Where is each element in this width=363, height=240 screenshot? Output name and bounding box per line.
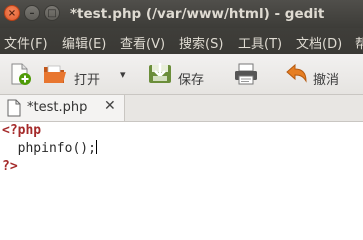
window-minimize-button[interactable]: – bbox=[24, 5, 40, 21]
code-line: <?php bbox=[2, 123, 42, 138]
menu-tools[interactable]: 工具(T) bbox=[238, 33, 282, 52]
save-label: 保存 bbox=[178, 73, 205, 88]
print-button[interactable] bbox=[232, 58, 262, 90]
tab-label: *test.php bbox=[27, 100, 88, 115]
printer-icon bbox=[235, 63, 257, 85]
window-title: *test.php (/var/www/html) - gedit bbox=[70, 6, 325, 22]
undo-button[interactable]: 撤消 bbox=[282, 58, 358, 90]
menu-edit[interactable]: 编辑(E) bbox=[62, 33, 106, 52]
menu-documents[interactable]: 文档(D) bbox=[296, 33, 342, 52]
menu-bar: 文件(F) 编辑(E) 查看(V) 搜索(S) 工具(T) 文档(D) 帮 bbox=[0, 28, 363, 54]
open-recent-dropdown-icon[interactable]: ▾ bbox=[120, 68, 126, 81]
open-label: 打开 bbox=[74, 73, 101, 88]
code-line-text: phpinfo(); bbox=[2, 141, 96, 156]
undo-icon bbox=[286, 63, 307, 83]
menu-view[interactable]: 查看(V) bbox=[120, 33, 165, 52]
window-maximize-button[interactable]: □ bbox=[44, 5, 60, 21]
toolbar: 打开 ▾ 保存 撤消 bbox=[0, 54, 363, 95]
menu-search[interactable]: 搜索(S) bbox=[179, 33, 223, 52]
text-editor[interactable]: <?php phpinfo(); ?> bbox=[0, 122, 363, 200]
menu-help[interactable]: 帮 bbox=[355, 33, 363, 52]
tab-close-icon[interactable]: ✕ bbox=[104, 98, 116, 114]
save-button[interactable]: 保存 bbox=[145, 58, 215, 90]
code-line: ?> bbox=[2, 159, 18, 174]
title-bar: × – □ *test.php (/var/www/html) - gedit bbox=[0, 0, 363, 28]
text-cursor bbox=[95, 140, 97, 154]
menu-file[interactable]: 文件(F) bbox=[4, 33, 48, 52]
save-icon bbox=[149, 63, 171, 83]
tab-test-php[interactable]: *test.php ✕ bbox=[0, 95, 125, 121]
code-line: phpinfo(); bbox=[2, 140, 97, 158]
document-icon bbox=[7, 99, 21, 117]
undo-label: 撤消 bbox=[313, 73, 340, 88]
open-button[interactable]: 打开 ▾ bbox=[40, 58, 132, 90]
window-close-button[interactable]: × bbox=[4, 5, 20, 21]
new-document-icon bbox=[11, 63, 31, 85]
tab-bar: *test.php ✕ bbox=[0, 95, 363, 122]
new-document-button[interactable] bbox=[6, 58, 34, 90]
open-folder-icon bbox=[44, 65, 66, 83]
